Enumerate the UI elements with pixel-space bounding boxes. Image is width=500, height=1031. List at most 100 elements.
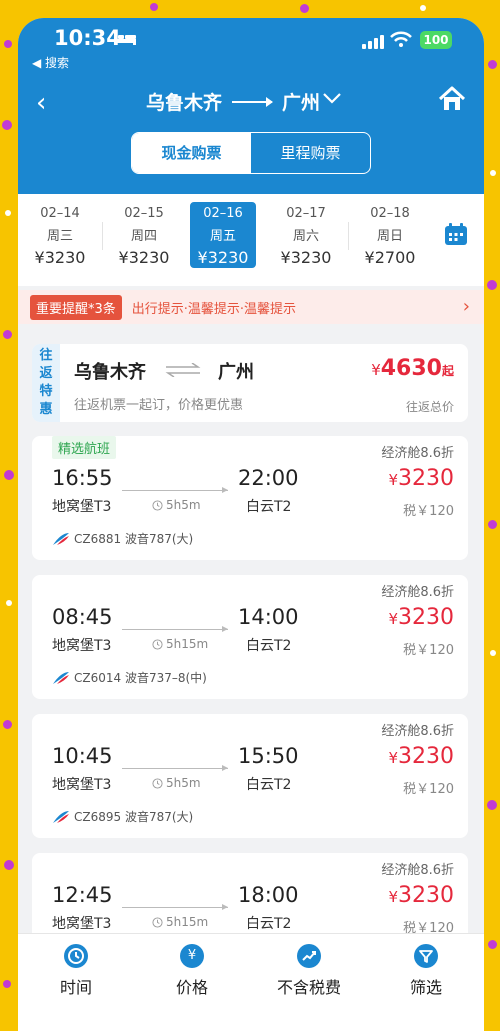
round-trip-arrows-icon <box>164 362 202 381</box>
route-to: 广州 <box>282 92 321 114</box>
arrival-time: 22:00 <box>238 466 299 490</box>
filter-icon <box>414 944 438 968</box>
departure-time: 10:45 <box>52 744 113 768</box>
sort-by-time-button[interactable]: 时间 <box>18 944 134 998</box>
arrival-time: 15:50 <box>238 744 299 768</box>
weekday-label: 周六 <box>292 229 319 244</box>
filter-button[interactable]: 筛选 <box>368 944 484 998</box>
date-label: 02–17 <box>286 206 326 221</box>
clock-icon <box>152 638 163 650</box>
flight-card[interactable]: 精选航班 16:55 5h5m 22:00 地窝堡T3 白云T2 CZ6881 … <box>32 436 468 560</box>
flight-duration: 5h15m <box>152 915 208 929</box>
arrival-airport: 白云T2 <box>246 777 292 793</box>
cabin-class: 经济舱8.6折 <box>381 863 454 878</box>
route-title[interactable]: 乌鲁木齐 广州 <box>146 88 320 115</box>
promo-total-label: 往返总价 <box>405 400 454 414</box>
route-from: 乌鲁木齐 <box>146 92 223 114</box>
tab-miles-purchase[interactable]: 里程购票 <box>251 133 370 173</box>
date-item-selected[interactable]: 02–16 周五 ¥3230 <box>190 202 256 268</box>
arrival-airport: 白云T2 <box>246 916 292 932</box>
flight-price: ¥3230 <box>388 744 454 769</box>
weekday-label: 周日 <box>376 229 403 244</box>
date-item[interactable]: 02–17 周六 ¥3230 <box>266 202 346 268</box>
flight-card[interactable]: 10:45 5h5m 15:50 地窝堡T3 白云T2 CZ6895 波音787… <box>32 714 468 838</box>
cabin-class: 经济舱8.6折 <box>381 585 454 600</box>
weekday-label: 周四 <box>130 229 157 244</box>
flight-duration: 5h15m <box>152 637 208 651</box>
date-item[interactable]: 02–15 周四 ¥3230 <box>104 202 184 268</box>
cabin-class: 经济舱8.6折 <box>381 446 454 461</box>
flight-tax: 税￥120 <box>403 643 454 658</box>
arrival-time: 18:00 <box>238 883 299 907</box>
flight-tax: 税￥120 <box>403 782 454 797</box>
flight-price: ¥3230 <box>388 605 454 630</box>
arrival-time: 14:00 <box>238 605 299 629</box>
flight-card[interactable]: 08:45 5h15m 14:00 地窝堡T3 白云T2 CZ6014 波音73… <box>32 575 468 699</box>
notice-text: 出行提示·温馨提示·温馨提示 <box>131 301 297 317</box>
tab-label: 筛选 <box>409 978 442 997</box>
clock-icon <box>64 944 88 968</box>
date-price: ¥2700 <box>364 248 416 267</box>
tab-cash-purchase[interactable]: 现金购票 <box>132 133 251 173</box>
china-southern-logo-icon <box>53 810 69 823</box>
sleep-icon <box>114 30 136 49</box>
flight-info: CZ6895 波音787(大) <box>52 808 193 825</box>
exclude-tax-button[interactable]: 不含税费 <box>251 944 367 998</box>
route-line <box>122 487 228 493</box>
flight-price: ¥3230 <box>388 466 454 491</box>
date-price: ¥3230 <box>197 248 249 267</box>
departure-airport: 地窝堡T3 <box>52 777 112 793</box>
date-item[interactable]: 02–18 周日 ¥2700 <box>350 202 430 268</box>
flight-info: CZ6014 波音737–8(中) <box>52 669 207 686</box>
flight-duration: 5h5m <box>152 776 201 790</box>
flight-info: CZ6881 波音787(大) <box>52 530 193 547</box>
notice-tag: 重要提醒*3条 <box>30 294 122 320</box>
flight-tax: 税￥120 <box>403 504 454 519</box>
featured-flight-tag: 精选航班 <box>52 436 117 459</box>
date-item[interactable]: 02–14 周三 ¥3230 <box>20 202 100 268</box>
date-label: 02–14 <box>40 206 80 221</box>
sort-by-price-button[interactable]: ¥ 价格 <box>134 944 250 998</box>
flight-price: ¥3230 <box>388 883 454 908</box>
battery-indicator: 100 <box>420 31 452 49</box>
home-icon[interactable] <box>438 86 466 116</box>
promo-subtitle: 往返机票一起订，价格更优惠 <box>74 398 244 413</box>
promo-from-city: 乌鲁木齐 <box>74 362 146 383</box>
cellular-signal-icon <box>362 35 384 49</box>
clock-icon <box>152 777 163 789</box>
date-price: ¥3230 <box>34 248 86 267</box>
route-arrow-icon <box>232 96 274 107</box>
round-trip-promo-card[interactable]: 往返特惠 乌鲁木齐 广州 往返机票一起订，价格更优惠 ¥4630起 往返总价 <box>32 344 468 422</box>
china-southern-logo-icon <box>53 671 69 684</box>
header: 10:34 ◀ 搜索 100 ‹ 乌鲁木齐 广州 现金购票 里程购票 <box>18 18 484 194</box>
promo-price: ¥4630起 <box>371 356 454 381</box>
chevron-down-icon[interactable] <box>322 90 342 109</box>
promo-to-city: 广州 <box>218 362 254 383</box>
date-label: 02–18 <box>370 206 410 221</box>
chevron-right-icon: › <box>462 296 470 317</box>
divider <box>348 222 349 250</box>
date-label: 02–15 <box>124 206 164 221</box>
date-label: 02–16 <box>203 206 243 221</box>
clock-icon <box>152 499 163 511</box>
tab-label: 价格 <box>175 978 208 997</box>
tab-label: 时间 <box>59 978 92 997</box>
back-button[interactable]: ‹ <box>36 90 46 116</box>
travel-notice-bar[interactable]: 重要提醒*3条 出行提示·温馨提示·温馨提示 › <box>18 290 484 324</box>
calendar-icon[interactable] <box>444 222 468 250</box>
route-line <box>122 765 228 771</box>
china-southern-logo-icon <box>53 532 69 545</box>
trend-icon <box>297 944 321 968</box>
phone-screen: 10:34 ◀ 搜索 100 ‹ 乌鲁木齐 广州 现金购票 里程购票 02–14… <box>18 18 484 1031</box>
round-trip-badge: 往返特惠 <box>32 344 60 422</box>
bottom-filter-bar: 时间 ¥ 价格 不含税费 筛选 <box>18 933 484 1031</box>
weekday-label: 周五 <box>209 229 236 244</box>
divider <box>102 222 103 250</box>
back-to-search-link[interactable]: ◀ 搜索 <box>32 54 69 71</box>
date-price: ¥3230 <box>280 248 332 267</box>
departure-time: 12:45 <box>52 883 113 907</box>
arrival-airport: 白云T2 <box>246 499 292 515</box>
departure-time: 16:55 <box>52 466 113 490</box>
wifi-icon <box>390 30 412 52</box>
clock-icon <box>152 916 163 928</box>
